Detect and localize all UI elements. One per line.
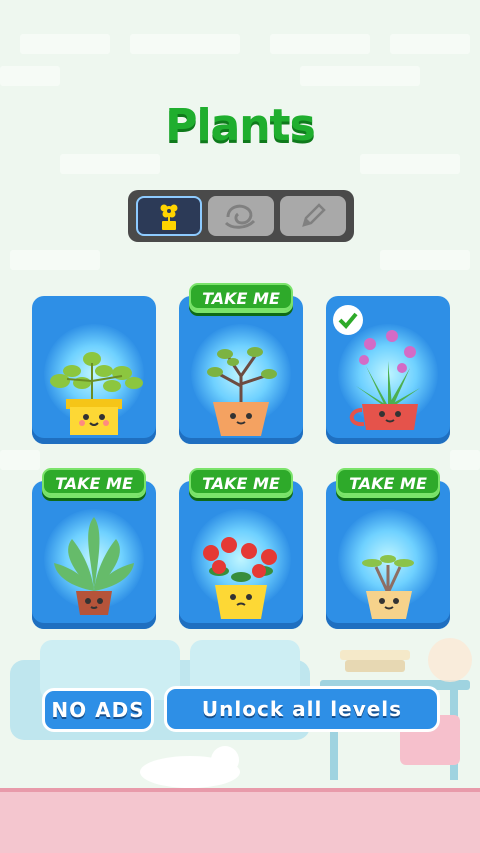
- tab-backgrounds[interactable]: [208, 196, 274, 236]
- selected-check-icon: [333, 305, 363, 335]
- plant-card-4[interactable]: [32, 481, 156, 629]
- broadleaf-plant: [54, 517, 134, 615]
- red-flower-plant: [203, 537, 277, 619]
- bonsai-plant: [207, 347, 277, 436]
- unlock-all-levels-button[interactable]: Unlock all levels: [164, 686, 440, 732]
- palm-sprout-plant: [362, 555, 414, 619]
- take-me-badge-6[interactable]: TAKE ME: [336, 468, 440, 498]
- tab-plants[interactable]: [136, 196, 202, 236]
- swirl-icon: [224, 204, 256, 229]
- plant-card-5[interactable]: [179, 481, 303, 629]
- plant-card-6[interactable]: [326, 481, 450, 629]
- orchid-plant: [349, 330, 420, 430]
- page-title: Plants: [165, 100, 316, 151]
- category-tab-bar: [128, 190, 354, 242]
- no-ads-button[interactable]: NO ADS: [42, 688, 154, 732]
- leafy-bush-plant: [50, 352, 143, 435]
- plant-card-1[interactable]: [32, 296, 156, 444]
- take-me-badge-2[interactable]: TAKE ME: [189, 283, 293, 313]
- plant-card-2[interactable]: [179, 296, 303, 444]
- floor: [0, 792, 480, 853]
- take-me-badge-5[interactable]: TAKE ME: [189, 468, 293, 498]
- tab-edit[interactable]: [280, 196, 346, 236]
- pencil-icon: [302, 203, 326, 227]
- take-me-badge-4[interactable]: TAKE ME: [42, 468, 146, 498]
- flower-icon: [160, 204, 178, 230]
